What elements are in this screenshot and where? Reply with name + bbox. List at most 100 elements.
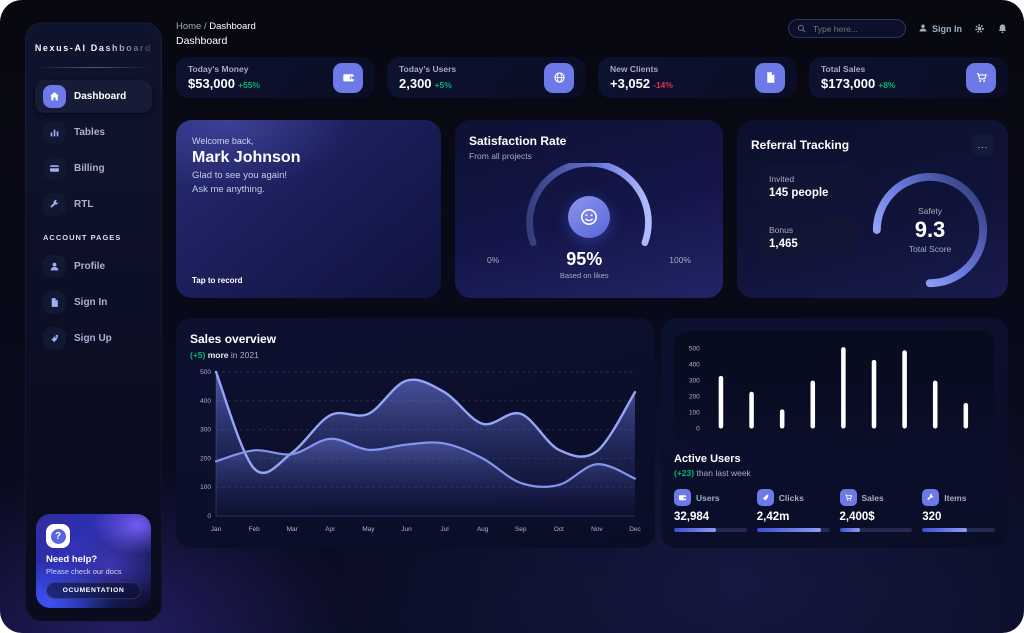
help-title: Need help? [46, 554, 141, 565]
breadcrumb-home[interactable]: Home [176, 21, 201, 32]
stat-value: $53,000+55% [188, 76, 260, 91]
tap-to-record-button[interactable]: Tap to record [192, 276, 243, 285]
svg-text:0: 0 [696, 425, 700, 432]
metric-value: 2,400$ [840, 511, 913, 523]
bonus-label: Bonus [769, 225, 848, 235]
breadcrumb: Home / Dashboard [176, 21, 256, 32]
sidebar-item-signup[interactable]: Sign Up [35, 322, 152, 355]
sales-area-chart: 0100200300400500JanFebMarAprMayJunJulAug… [190, 366, 641, 538]
svg-text:0: 0 [207, 513, 211, 520]
svg-text:Aug: Aug [477, 526, 489, 533]
gauge-max-label: 100% [669, 255, 691, 265]
referral-card: Referral Tracking ... Invited 145 people… [737, 120, 1008, 298]
sidebar-section-label: ACCOUNT PAGES [43, 233, 148, 242]
sidebar-item-billing[interactable]: Billing [35, 152, 152, 185]
stat-card-total-sales: Total Sales $173,000+8% [809, 57, 1008, 98]
metric-value: 32,984 [674, 511, 747, 523]
sidebar-item-label: Sign Up [74, 333, 112, 344]
more-options-icon[interactable]: ... [972, 134, 994, 156]
help-subtitle: Please check our docs [46, 567, 141, 576]
dashboard-app: Nexus-AI Dashboard Dashboard Tables Bill… [0, 0, 1024, 633]
stat-value: +3,052-14% [610, 76, 673, 91]
sidebar-item-rtl[interactable]: RTL [35, 188, 152, 221]
stat-value: $173,000+8% [821, 76, 895, 91]
active-users-stats: Users 32,984 Clicks 2,42m [674, 489, 995, 532]
person-icon [43, 255, 66, 278]
svg-text:Dec: Dec [629, 526, 641, 533]
metric-label: Sales [862, 493, 884, 503]
sales-overview-card: Sales overview (+5) more in 2021 0100200… [176, 318, 655, 548]
invited-box: Invited 145 people [759, 166, 858, 207]
svg-text:400: 400 [689, 362, 700, 369]
invited-value: 145 people [769, 187, 848, 199]
svg-text:400: 400 [200, 398, 211, 405]
sidebar-item-label: Sign In [74, 297, 107, 308]
satisfaction-card: Satisfaction Rate From all projects 0% 9… [455, 120, 723, 298]
svg-text:Nov: Nov [591, 526, 603, 533]
signin-button[interactable]: Sign In [918, 23, 962, 35]
document-icon [755, 63, 785, 93]
document-icon [43, 291, 66, 314]
sidebar-item-profile[interactable]: Profile [35, 250, 152, 283]
sidebar-item-dashboard[interactable]: Dashboard [35, 80, 152, 113]
stat-card-new-clients: New Clients +3,052-14% [598, 57, 797, 98]
svg-text:Oct: Oct [554, 526, 564, 533]
metric-items: Items 320 [922, 489, 995, 532]
sidebar-item-label: Dashboard [74, 91, 126, 102]
svg-text:Sep: Sep [515, 526, 527, 533]
metric-value: 2,42m [757, 511, 830, 523]
safety-score-ring: Safety 9.3 Total Score [866, 166, 994, 294]
sidebar-item-signin[interactable]: Sign In [35, 286, 152, 319]
credit-card-icon [43, 157, 66, 180]
invited-label: Invited [769, 174, 848, 184]
person-icon [918, 23, 928, 35]
question-icon: ? [46, 524, 70, 548]
bell-icon[interactable] [997, 23, 1008, 34]
active-users-card: 0100200300400500 Active Users (+23) than… [661, 318, 1008, 548]
svg-text:300: 300 [200, 427, 211, 434]
signin-label: Sign In [932, 24, 962, 34]
search-input[interactable] [811, 23, 897, 35]
stat-delta: +5% [435, 80, 452, 90]
active-users-bar-chart: 0100200300400500 [678, 337, 991, 441]
stat-delta: +55% [238, 80, 260, 90]
metric-label: Users [696, 493, 720, 503]
bar-chart-icon [43, 121, 66, 144]
wallet-icon [333, 63, 363, 93]
wrench-icon [43, 193, 66, 216]
score-caption: Total Score [909, 244, 952, 254]
svg-text:200: 200 [689, 394, 700, 401]
smiley-icon [568, 196, 610, 238]
svg-text:Apr: Apr [325, 526, 336, 533]
score-label: Safety [918, 206, 942, 216]
welcome-line1: Glad to see you again! [192, 169, 425, 183]
metric-users: Users 32,984 [674, 489, 747, 532]
documentation-button[interactable]: OCUMENTATION [46, 582, 141, 599]
sales-subtitle: (+5) more in 2021 [190, 350, 641, 360]
sidebar-nav: Dashboard Tables Billing RTL ACCOU [26, 80, 161, 355]
wallet-icon [674, 489, 691, 506]
welcome-greeting: Welcome back, [192, 136, 425, 146]
sales-title: Sales overview [190, 332, 641, 346]
svg-text:Jul: Jul [440, 526, 449, 533]
stat-delta: +8% [878, 80, 895, 90]
gauge-min-label: 0% [487, 255, 499, 265]
stat-delta: -14% [653, 80, 673, 90]
sidebar-item-tables[interactable]: Tables [35, 116, 152, 149]
progress-bar [922, 528, 995, 532]
satisfaction-caption: Based on likes [560, 271, 609, 280]
satisfaction-gauge [509, 163, 669, 255]
search-box[interactable] [788, 19, 906, 38]
sidebar-item-label: Tables [74, 127, 105, 138]
svg-text:Mar: Mar [287, 526, 299, 533]
metric-sales: Sales 2,400$ [840, 489, 913, 532]
svg-text:Feb: Feb [248, 526, 260, 533]
svg-text:500: 500 [200, 369, 211, 376]
stat-card-todays-money: Today's Money $53,000+55% [176, 57, 375, 98]
cart-icon [840, 489, 857, 506]
sidebar-divider [36, 67, 151, 68]
gear-icon[interactable] [974, 23, 985, 34]
metric-label: Items [944, 493, 966, 503]
metric-value: 320 [922, 511, 995, 523]
welcome-name: Mark Johnson [192, 149, 425, 167]
